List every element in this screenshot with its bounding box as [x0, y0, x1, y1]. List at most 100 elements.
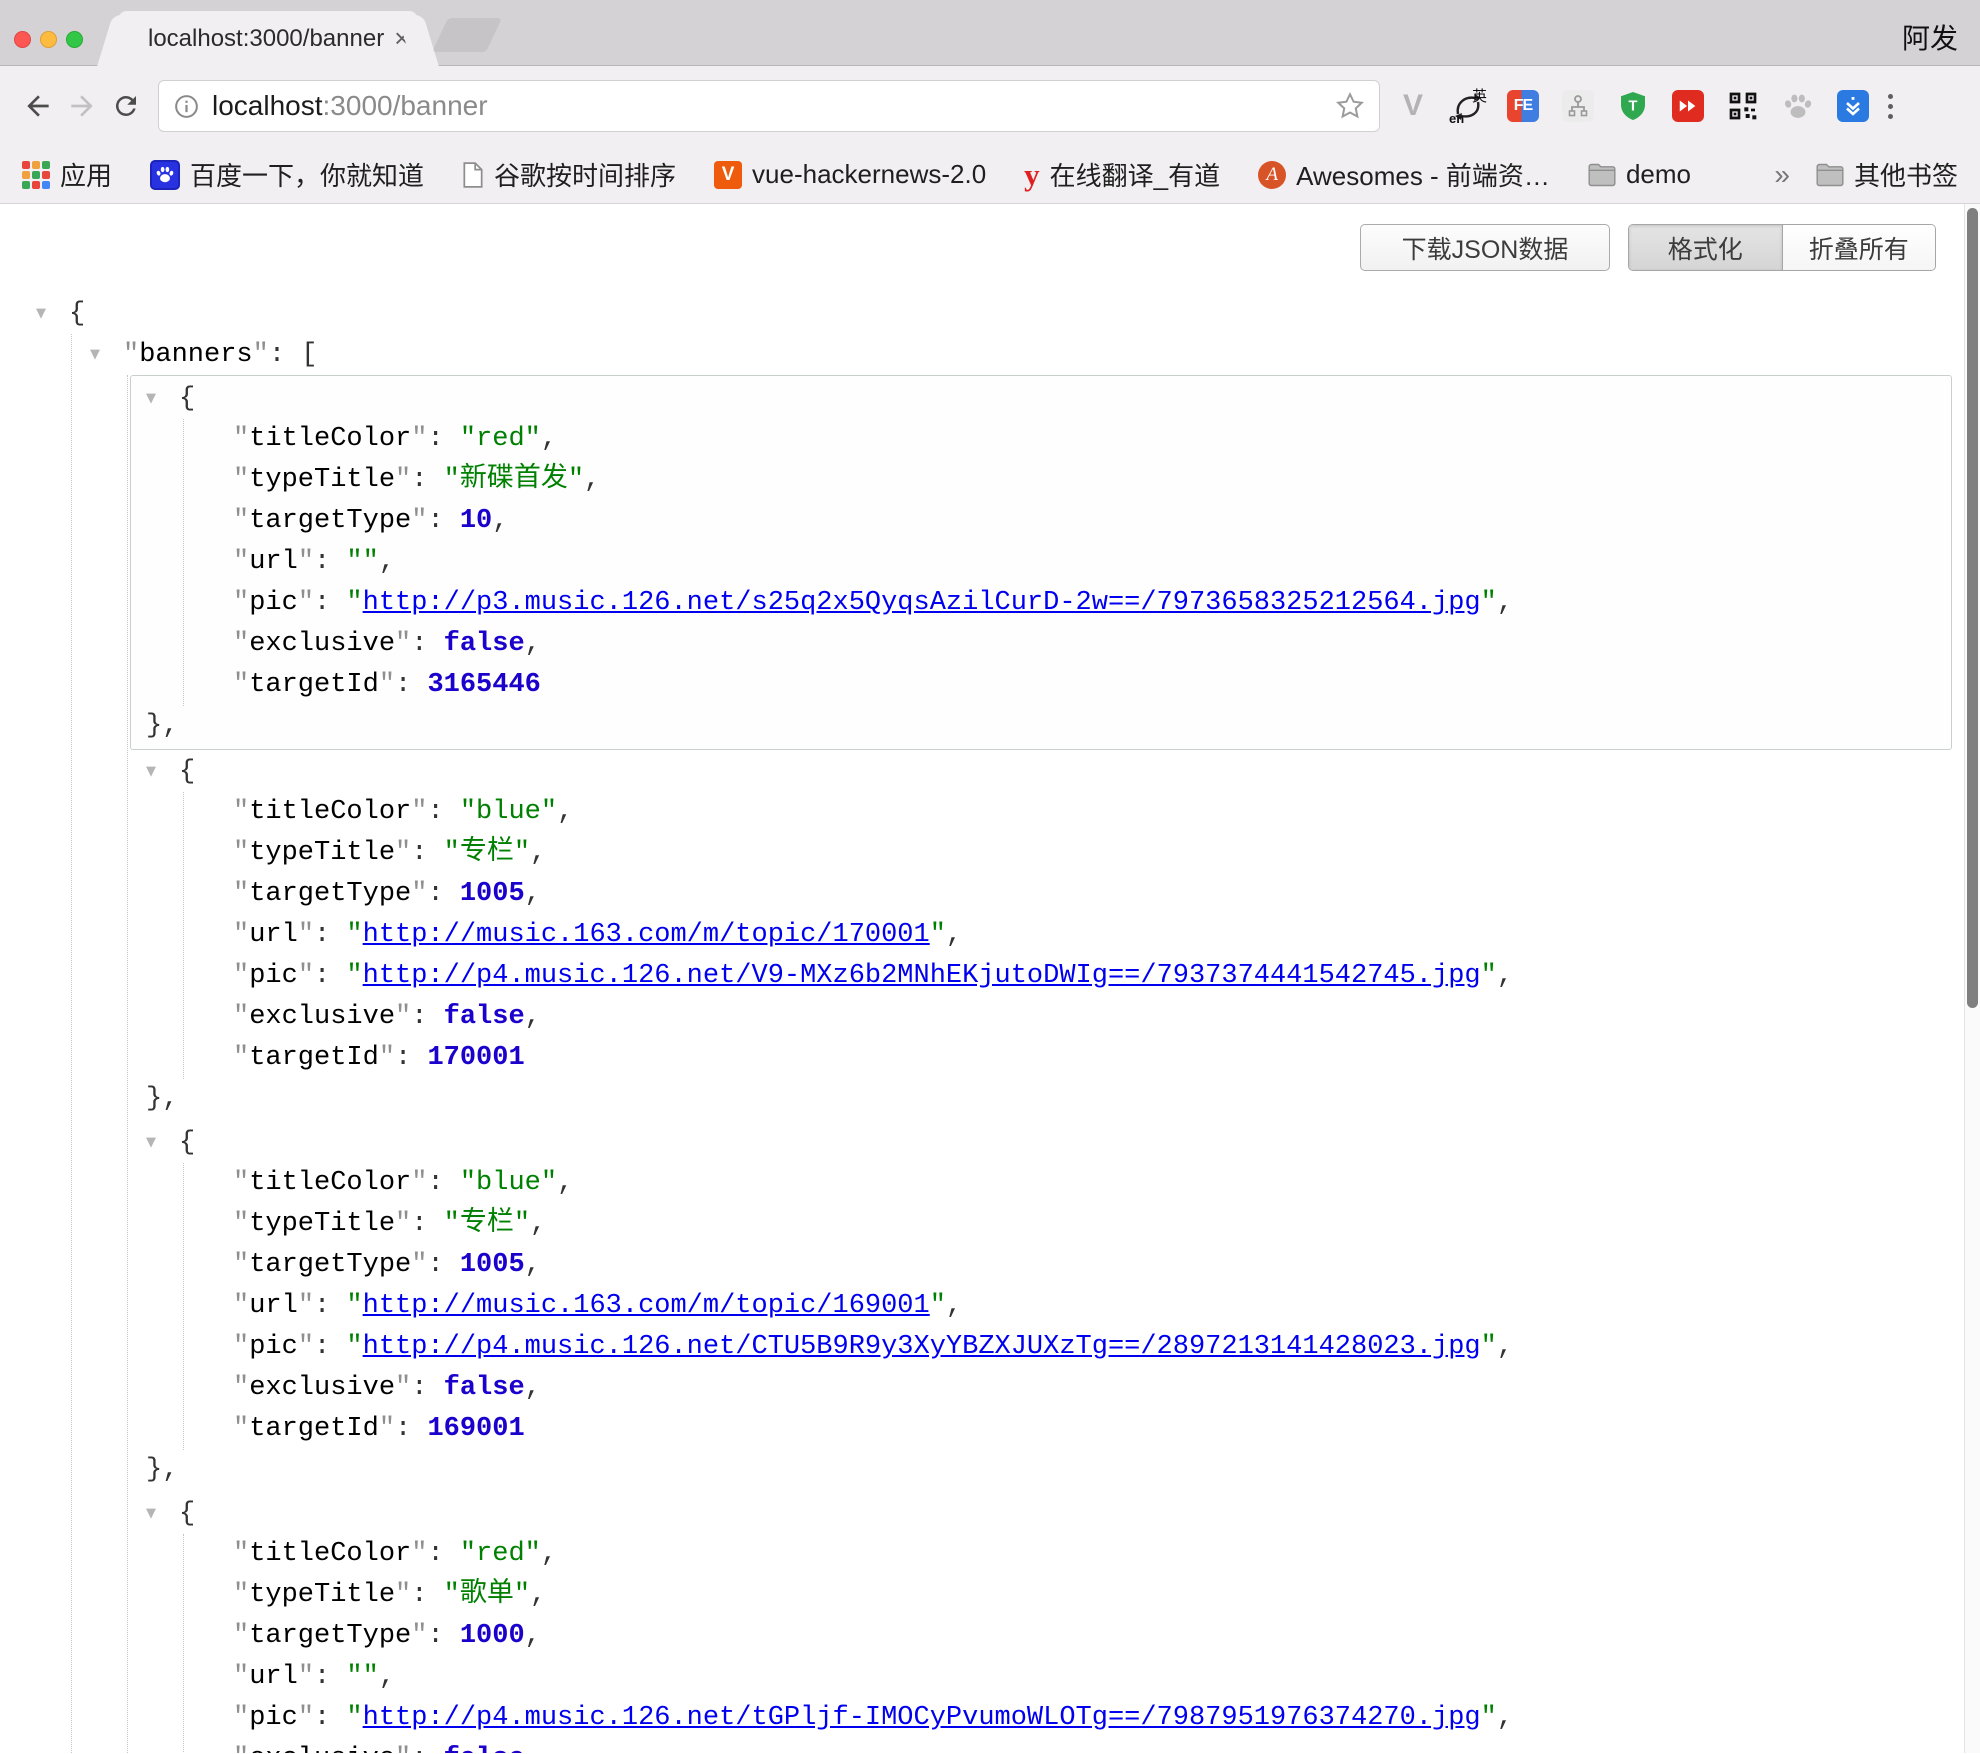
json-line: typeTitle新碟首发 — [131, 460, 1951, 501]
json-key: pic — [233, 1332, 314, 1362]
json-line: targetId3165446 — [131, 665, 1951, 706]
bookmark-label: 在线翻译_有道 — [1050, 156, 1220, 193]
bookmark-label: vue-hackernews-2.0 — [752, 159, 986, 190]
bookmark-vue-hackernews[interactable]: V vue-hackernews-2.0 — [714, 159, 986, 190]
other-bookmarks-folder[interactable]: 其他书签 — [1816, 156, 1958, 193]
json-key: targetType — [233, 1250, 427, 1280]
json-key: exclusive — [233, 629, 411, 659]
address-bar[interactable]: localhost:3000/banner — [158, 80, 1380, 132]
reload-icon — [111, 91, 141, 121]
json-boolean-value: false — [444, 629, 525, 659]
json-key: targetType — [233, 1621, 427, 1651]
json-key: typeTitle — [233, 1209, 411, 1239]
json-link[interactable]: http://p4.music.126.net/CTU5B9R9y3XyYBZX… — [363, 1332, 1481, 1362]
forward-button[interactable] — [60, 84, 104, 128]
vue-devtools-icon[interactable]: V — [1396, 89, 1430, 123]
info-icon[interactable] — [173, 93, 200, 120]
folder-icon — [1588, 163, 1616, 187]
scrollbar-track[interactable] — [1964, 204, 1980, 1753]
translate-extension-icon[interactable]: 英en — [1451, 89, 1485, 123]
collapse-triangle-icon[interactable]: ▼ — [90, 334, 123, 375]
download-json-button[interactable]: 下载JSON数据 — [1360, 224, 1610, 271]
tab-close-icon[interactable]: × — [394, 23, 409, 54]
qr-code-extension-icon[interactable] — [1726, 89, 1760, 123]
json-string-value: 专栏 — [444, 1209, 530, 1239]
back-button[interactable] — [16, 84, 60, 128]
window-minimize-button[interactable] — [40, 31, 57, 48]
bookmark-google-sort[interactable]: 谷歌按时间排序 — [462, 156, 676, 193]
shield-extension-icon[interactable]: T — [1616, 89, 1650, 123]
download-manager-extension-icon[interactable] — [1836, 89, 1870, 123]
bookmarks-overflow-chevron[interactable]: » — [1774, 159, 1790, 191]
json-line: targetType1005 — [131, 874, 1951, 915]
sitemap-extension-icon[interactable] — [1561, 89, 1595, 123]
bookmark-demo-folder[interactable]: demo — [1588, 159, 1691, 190]
format-button[interactable]: 格式化 — [1629, 225, 1782, 270]
json-line: url — [131, 542, 1951, 583]
bookmark-label: demo — [1626, 159, 1691, 190]
json-key: url — [233, 1662, 314, 1692]
bookmark-baidu[interactable]: 百度一下，你就知道 — [150, 156, 424, 193]
json-key: url — [233, 547, 314, 577]
folder-icon — [1816, 163, 1844, 187]
bookmark-apps[interactable]: 应用 — [22, 156, 112, 193]
video-speed-extension-icon[interactable] — [1671, 89, 1705, 123]
json-line: targetType10 — [131, 501, 1951, 542]
collapse-triangle-icon[interactable]: ▼ — [36, 293, 69, 334]
browser-menu-icon[interactable] — [1888, 94, 1893, 119]
other-bookmarks-label: 其他书签 — [1854, 156, 1958, 193]
json-string-value: blue — [460, 1168, 557, 1198]
collapse-triangle-icon[interactable]: ▼ — [146, 1493, 179, 1534]
view-mode-toggle: 格式化 折叠所有 — [1628, 224, 1936, 271]
window-close-button[interactable] — [14, 31, 31, 48]
json-line: url — [131, 1657, 1951, 1698]
collapse-all-button[interactable]: 折叠所有 — [1782, 225, 1936, 270]
json-link[interactable]: http://music.163.com/m/topic/170001 — [363, 920, 930, 950]
json-number-value: 169001 — [427, 1414, 524, 1444]
json-line: titleColorblue — [131, 1163, 1951, 1204]
json-link[interactable]: http://music.163.com/m/topic/169001 — [363, 1291, 930, 1321]
json-link[interactable]: http://p4.music.126.net/V9-MXz6b2MNhEKju… — [363, 961, 1481, 991]
json-string-value: blue — [460, 797, 557, 827]
json-line: typeTitle 专栏 — [131, 1204, 1951, 1245]
json-line: pichttp://p4.music.126.net/tGPljf-IMOCyP… — [131, 1698, 1951, 1739]
new-tab-button[interactable] — [432, 18, 502, 52]
json-string-value — [346, 1662, 378, 1692]
json-tree: ▼ ▼banners ▼ titleColorred typeTitle新碟首发… — [0, 293, 1980, 1753]
json-key: titleColor — [233, 424, 427, 454]
json-key: typeTitle — [233, 838, 411, 868]
scrollbar-thumb[interactable] — [1967, 208, 1978, 1008]
json-key: targetId — [233, 1414, 395, 1444]
paw-extension-icon[interactable] — [1781, 89, 1815, 123]
json-line: pic http://p4.music.126.net/CTU5B9R9y3XyY… — [131, 1327, 1951, 1368]
browser-tab[interactable]: localhost:3000/banner × — [118, 11, 418, 66]
json-key: exclusive — [233, 1002, 411, 1032]
bookmark-star-icon[interactable] — [1335, 91, 1365, 121]
url-text[interactable]: localhost:3000/banner — [212, 90, 1335, 122]
json-line: urlhttp://music.163.com/m/topic/169001 — [131, 1286, 1951, 1327]
fehelper-icon[interactable]: FE — [1506, 89, 1540, 123]
json-boolean-value: false — [444, 1373, 525, 1403]
page-content: 下载JSON数据 格式化 折叠所有 ▼ ▼banners ▼ titleColo… — [0, 204, 1980, 1753]
json-line: urlhttp://music.163.com/m/topic/170001 — [131, 915, 1951, 956]
json-link[interactable]: http://p3.music.126.net/s25q2x5QyqsAzilC… — [363, 588, 1481, 618]
bookmark-youdao-translate[interactable]: y 在线翻译_有道 — [1024, 156, 1220, 193]
json-string-value: red — [460, 1539, 541, 1569]
collapse-triangle-icon[interactable]: ▼ — [146, 751, 179, 792]
json-key: pic — [233, 588, 314, 618]
json-number-value: 1000 — [460, 1621, 525, 1651]
window-titlebar: localhost:3000/banner × 阿发 — [0, 0, 1980, 66]
collapse-triangle-icon[interactable]: ▼ — [146, 1122, 179, 1163]
bookmark-label: 百度一下，你就知道 — [190, 156, 424, 193]
json-line: typeTitle专栏 — [131, 833, 1951, 874]
page-icon — [462, 162, 484, 188]
json-link[interactable]: http://p4.music.126.net/tGPljf-IMOCyPvum… — [363, 1703, 1481, 1733]
json-number-value: 1005 — [460, 1250, 525, 1280]
json-key: exclusive — [233, 1373, 411, 1403]
window-zoom-button[interactable] — [66, 31, 83, 48]
reload-button[interactable] — [104, 84, 148, 128]
json-key: targetType — [233, 879, 427, 909]
collapse-triangle-icon[interactable]: ▼ — [146, 378, 179, 419]
profile-name[interactable]: 阿发 — [1902, 17, 1958, 57]
bookmark-awesomes[interactable]: A Awesomes - 前端资… — [1258, 156, 1550, 193]
